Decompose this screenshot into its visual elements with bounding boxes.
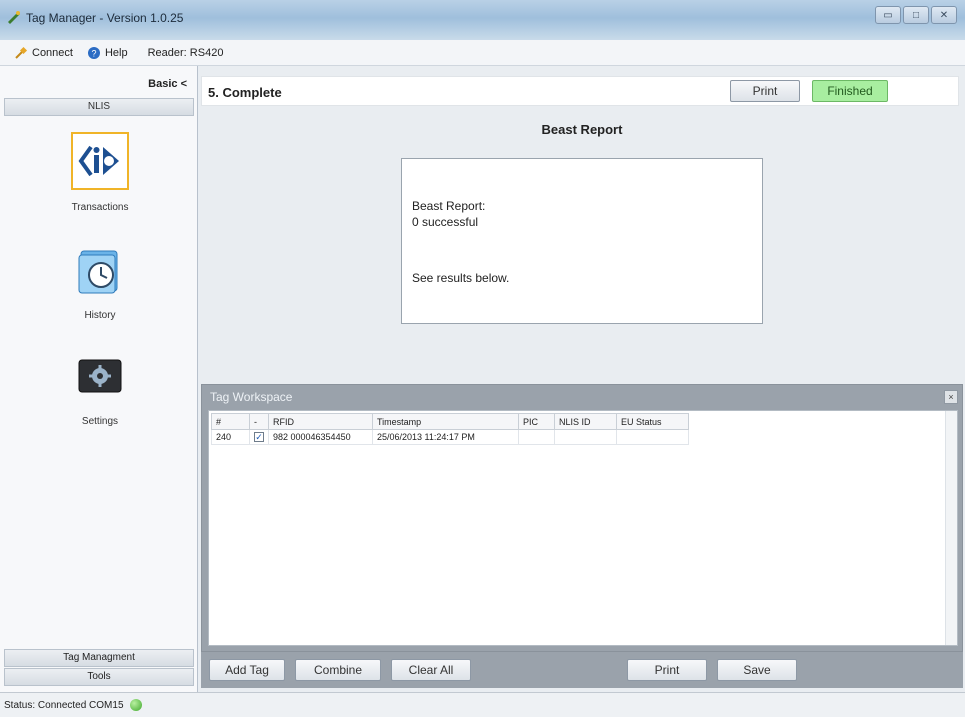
section-nlis[interactable]: NLIS bbox=[4, 98, 194, 116]
print-button-top[interactable]: Print bbox=[730, 80, 800, 102]
col-rfid[interactable]: RFID bbox=[268, 413, 373, 430]
app-icon bbox=[8, 11, 20, 24]
cell-check[interactable]: ✓ bbox=[249, 429, 269, 445]
section-tools[interactable]: Tools bbox=[4, 668, 194, 686]
cell-rfid: 982 000046354450 bbox=[268, 429, 373, 445]
status-bar: Status: Connected COM15 bbox=[0, 692, 965, 717]
clear-all-button[interactable]: Clear All bbox=[391, 659, 471, 681]
report-line-note: See results below. bbox=[412, 271, 510, 285]
title-bar: Tag Manager - Version 1.0.25 ▭ □ ✕ bbox=[0, 0, 965, 40]
workspace-title: Tag Workspace bbox=[210, 390, 293, 404]
window-title: Tag Manager - Version 1.0.25 bbox=[26, 11, 184, 25]
print-button[interactable]: Print bbox=[627, 659, 707, 681]
reader-status: Reader: RS420 bbox=[148, 47, 224, 59]
report-line-count: 0 successful bbox=[412, 215, 479, 229]
finished-button[interactable]: Finished bbox=[812, 80, 888, 102]
step-title: 5. Complete bbox=[208, 85, 282, 100]
maximize-button[interactable]: □ bbox=[903, 6, 929, 24]
col-check[interactable]: - bbox=[249, 413, 269, 430]
sidebar-item-history[interactable]: History bbox=[50, 242, 150, 321]
col-timestamp[interactable]: Timestamp bbox=[372, 413, 519, 430]
row-checkbox[interactable]: ✓ bbox=[254, 432, 264, 442]
sidebar-item-settings[interactable]: Settings bbox=[50, 348, 150, 427]
col-pic[interactable]: PIC bbox=[518, 413, 555, 430]
add-tag-button[interactable]: Add Tag bbox=[209, 659, 285, 681]
window-controls: ▭ □ ✕ bbox=[875, 6, 957, 24]
minimize-button[interactable]: ▭ bbox=[875, 6, 901, 24]
combine-button[interactable]: Combine bbox=[295, 659, 381, 681]
cell-nlis-id bbox=[554, 429, 617, 445]
tag-table: # - RFID Timestamp PIC NLIS ID EU Status… bbox=[211, 413, 689, 445]
cell-num: 240 bbox=[211, 429, 250, 445]
cell-timestamp: 25/06/2013 11:24:17 PM bbox=[372, 429, 519, 445]
save-button[interactable]: Save bbox=[717, 659, 797, 681]
connect-menu[interactable]: Connect bbox=[14, 46, 73, 60]
plug-icon bbox=[15, 46, 28, 59]
main-panel: 5. Complete Print Finished Beast Report … bbox=[199, 66, 965, 692]
help-icon: ? bbox=[87, 46, 100, 59]
connected-status-icon bbox=[129, 699, 142, 711]
menu-bar: Connect ? Help Reader: RS420 bbox=[0, 40, 965, 66]
id-logo-icon bbox=[71, 132, 129, 190]
sidebar-item-label: History bbox=[84, 310, 116, 321]
sidebar: Basic < NLIS Transactions History Settin… bbox=[0, 66, 198, 692]
report-box: Beast Report: 0 successful See results b… bbox=[401, 158, 763, 324]
action-bar: Add Tag Combine Clear All Print Save bbox=[201, 652, 963, 688]
sidebar-item-transactions[interactable]: Transactions bbox=[50, 132, 150, 213]
connect-label: Connect bbox=[32, 46, 73, 59]
col-nlis-id[interactable]: NLIS ID bbox=[554, 413, 617, 430]
tag-workspace: Tag Workspace × # - RFID Timestamp PIC N… bbox=[201, 384, 963, 652]
gear-icon bbox=[72, 348, 128, 404]
cell-pic bbox=[518, 429, 555, 445]
sidebar-item-label: Settings bbox=[81, 416, 119, 427]
col-num[interactable]: # bbox=[211, 413, 250, 430]
status-text: Status: Connected COM15 bbox=[4, 699, 124, 711]
workspace-close-icon[interactable]: × bbox=[944, 390, 958, 404]
grid-scrollbar[interactable] bbox=[945, 411, 957, 645]
step-header: 5. Complete Print Finished bbox=[201, 76, 959, 106]
basic-toggle[interactable]: Basic < bbox=[148, 78, 187, 90]
table-row[interactable]: 240 ✓ 982 000046354450 25/06/2013 11:24:… bbox=[211, 429, 689, 445]
col-eu-status[interactable]: EU Status bbox=[616, 413, 689, 430]
tag-grid: # - RFID Timestamp PIC NLIS ID EU Status… bbox=[208, 410, 958, 646]
cell-eu-status bbox=[616, 429, 689, 445]
reader-label: Reader: RS420 bbox=[147, 46, 224, 59]
help-label: Help bbox=[104, 46, 128, 59]
sidebar-item-label: Transactions bbox=[71, 202, 129, 213]
report-heading: Beast Report bbox=[541, 122, 623, 137]
section-tag-management[interactable]: Tag Managment bbox=[4, 649, 194, 667]
help-menu[interactable]: ? Help bbox=[87, 46, 128, 60]
close-button[interactable]: ✕ bbox=[931, 6, 957, 24]
clock-folder-icon bbox=[72, 242, 128, 298]
report-line-title: Beast Report: bbox=[412, 199, 486, 213]
svg-text:?: ? bbox=[91, 48, 96, 58]
